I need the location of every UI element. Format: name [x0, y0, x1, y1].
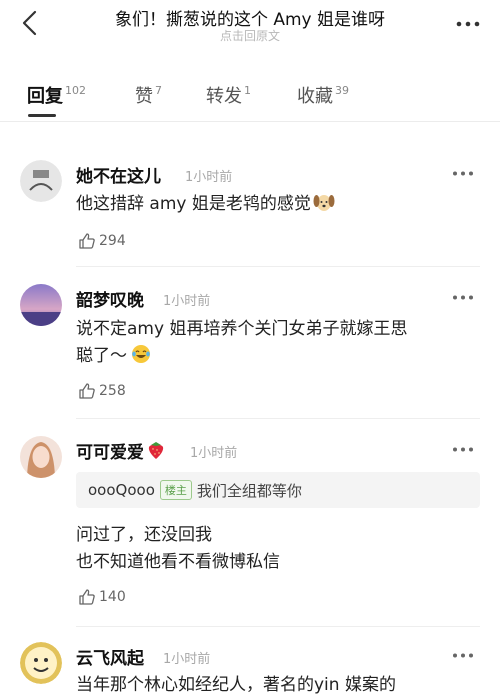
- avatar[interactable]: [20, 642, 62, 684]
- avatar[interactable]: [20, 160, 62, 202]
- tab-reposts[interactable]: 转发 1: [206, 82, 251, 108]
- comment-text: 当年那个林心如经纪人，著名的yin 媒案的: [76, 675, 396, 695]
- comment-text: 他这措辞 amy 姐是老鸨的感觉: [76, 191, 335, 221]
- tab-count: 1: [244, 84, 251, 97]
- quoted-user[interactable]: oooQooo: [88, 481, 155, 499]
- more-icon: [453, 295, 473, 299]
- thumbs-up-icon: [79, 589, 95, 605]
- tab-favorites[interactable]: 收藏 39: [297, 82, 349, 108]
- user-name[interactable]: 她不在这儿: [76, 162, 161, 187]
- comment-text: 问过了，还没回我 也不知道他看不看微博私信: [76, 525, 280, 572]
- timestamp: 1小时前: [185, 170, 233, 185]
- timestamp: 1小时前: [163, 652, 211, 667]
- tab-label: 收藏: [297, 86, 333, 107]
- laughing-tears-icon: [131, 344, 151, 373]
- strawberry-icon: [147, 440, 165, 465]
- quoted-text: 我们全组都等你: [196, 481, 302, 500]
- divider: [76, 418, 480, 419]
- thumbs-up-icon: [79, 383, 95, 399]
- active-tab-indicator: [28, 114, 56, 117]
- tab-count: 39: [335, 84, 349, 97]
- tab-label: 回复: [27, 86, 63, 107]
- view-original-link[interactable]: 点击回原文: [60, 27, 440, 44]
- quoted-reply[interactable]: oooQooo 楼主 我们全组都等你: [76, 472, 480, 508]
- more-icon: [456, 21, 480, 27]
- timestamp: 1小时前: [163, 294, 211, 309]
- tab-replies[interactable]: 回复 102: [27, 82, 86, 108]
- comment-text: 说不定amy 姐再培养个关门女弟子就嫁王思 聪了～: [76, 316, 407, 373]
- back-button[interactable]: [14, 6, 44, 40]
- op-badge: 楼主: [159, 480, 192, 500]
- more-icon: [453, 447, 473, 451]
- like-button[interactable]: 140: [78, 588, 126, 606]
- comment-more-button[interactable]: [450, 290, 476, 304]
- dog-face-icon: [313, 192, 335, 221]
- avatar[interactable]: [20, 436, 62, 478]
- more-icon: [453, 171, 473, 175]
- tab-count: 102: [65, 84, 86, 97]
- avatar[interactable]: [20, 284, 62, 326]
- thumbs-up-icon: [79, 233, 95, 249]
- like-count: 258: [99, 383, 126, 399]
- tab-likes[interactable]: 赞 7: [135, 82, 162, 108]
- tab-count: 7: [155, 84, 162, 97]
- user-name[interactable]: 可可爱爱: [76, 438, 165, 465]
- user-name[interactable]: 云飞风起: [76, 644, 144, 669]
- like-count: 140: [99, 589, 126, 605]
- tab-label: 转发: [206, 86, 242, 107]
- chevron-left-icon: [22, 10, 37, 36]
- comment-more-button[interactable]: [450, 166, 476, 180]
- tab-label: 赞: [135, 86, 153, 107]
- divider: [76, 266, 480, 267]
- more-options-button[interactable]: [454, 14, 482, 34]
- more-icon: [453, 653, 473, 657]
- tab-bar: 回复 102 赞 7 转发 1 收藏 39: [0, 74, 500, 122]
- like-button[interactable]: 294: [78, 232, 126, 250]
- divider: [76, 626, 480, 627]
- user-name[interactable]: 韶梦叹晚: [76, 286, 144, 311]
- comment-more-button[interactable]: [450, 442, 476, 456]
- like-button[interactable]: 258: [78, 382, 126, 400]
- like-count: 294: [99, 233, 126, 249]
- timestamp: 1小时前: [190, 446, 238, 461]
- top-bar: 象们！撕葱说的这个 Amy 姐是谁呀 点击回原文: [0, 0, 500, 50]
- comment-more-button[interactable]: [450, 648, 476, 662]
